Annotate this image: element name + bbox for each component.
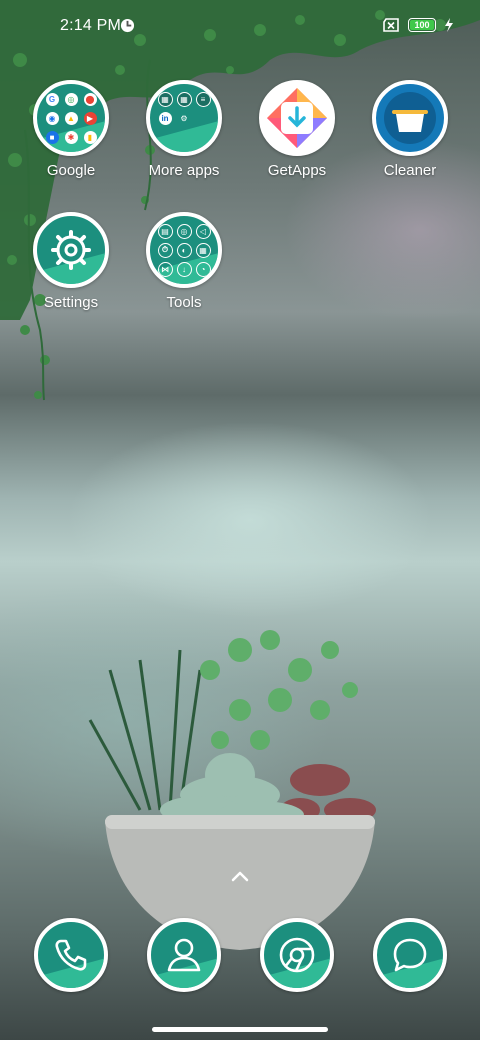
status-bar: 2:14 PM 100: [0, 0, 480, 56]
app-label: More apps: [148, 162, 220, 179]
app-notification-icon: [120, 18, 135, 33]
succulent-pot-wallpaper-decoration: [88, 630, 376, 950]
gesture-home-bar[interactable]: [152, 1027, 328, 1032]
app-drawer-up-arrow-icon[interactable]: [228, 868, 252, 884]
more-apps-folder-icon: ▦ ▦ ≡ in ⚙: [146, 80, 222, 156]
dock-phone[interactable]: [16, 918, 126, 992]
contacts-icon: [147, 918, 221, 992]
battery-icon: 100: [408, 18, 436, 32]
messages-icon: [373, 918, 447, 992]
vines-wallpaper-decoration: [0, 0, 480, 401]
tools-folder-icon: ▤ ◎ ◁ ⏱ ◐ ▦ ⋈ ↓ ◔: [146, 212, 222, 288]
battery-level: 100: [414, 20, 430, 30]
folder-tools[interactable]: ▤ ◎ ◁ ⏱ ◐ ▦ ⋈ ↓ ◔ Tools: [129, 212, 239, 311]
app-label: GetApps: [267, 162, 327, 179]
app-label: Google: [46, 162, 96, 179]
clock: 2:14 PM: [60, 17, 121, 34]
app-cleaner[interactable]: Cleaner: [355, 80, 465, 179]
app-label: Cleaner: [383, 162, 437, 179]
folder-more-apps[interactable]: ▦ ▦ ≡ in ⚙ More apps: [129, 80, 239, 179]
folder-google[interactable]: G ◎ ⬤ ◉ ▲ ▶ ■ ✱ ▮ Google: [16, 80, 126, 179]
chrome-icon: [260, 918, 334, 992]
dock-messages[interactable]: [355, 918, 465, 992]
dock-contacts[interactable]: [129, 918, 239, 992]
cleaner-icon: [372, 80, 448, 156]
status-icons: 100: [382, 18, 454, 32]
getapps-icon: [259, 80, 335, 156]
gear-icon: [51, 230, 91, 270]
charging-icon: [445, 18, 453, 32]
app-settings[interactable]: Settings: [16, 212, 126, 311]
dock-chrome[interactable]: [242, 918, 352, 992]
settings-icon: [33, 212, 109, 288]
google-folder-icon: G ◎ ⬤ ◉ ▲ ▶ ■ ✱ ▮: [33, 80, 109, 156]
phone-icon: [34, 918, 108, 992]
app-label: Settings: [43, 294, 99, 311]
app-getapps[interactable]: GetApps: [242, 80, 352, 179]
app-label: Tools: [166, 294, 202, 311]
no-sim-icon: [383, 18, 399, 32]
